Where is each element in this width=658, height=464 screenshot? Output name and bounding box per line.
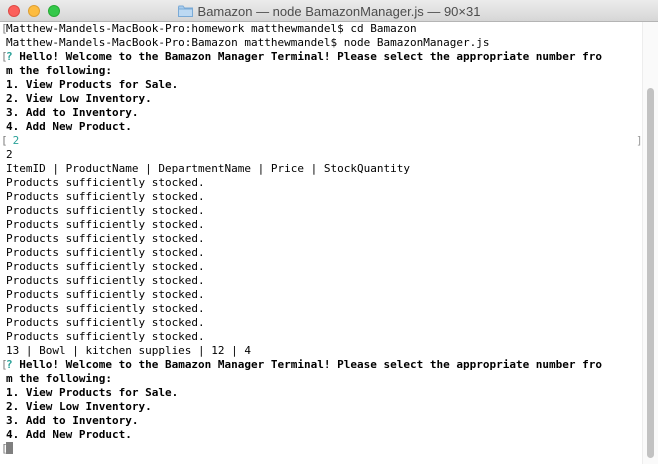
low-inventory-row: 13 | Bowl | kitchen supplies | 12 | 4 [0,344,642,358]
stock-message-text: Products sufficiently stocked. [6,260,205,273]
menu-option-label: 2. View Low Inventory. [6,92,152,105]
terminal-line: [ [0,442,642,456]
stock-message-text: Products sufficiently stocked. [6,316,205,329]
line-mark: [ [1,22,8,35]
menu-option: 1. View Products for Sale. [0,386,642,400]
stock-message: Products sufficiently stocked. [0,288,642,302]
menu-option-label: 4. Add New Product. [6,428,132,441]
stock-message-text: Products sufficiently stocked. [6,274,205,287]
line-mark: [ [1,442,8,455]
window-title-group: Bamazon — node BamazonManager.js — 90×31 [0,0,658,22]
answer-echo: 2 [6,148,13,161]
stock-message-text: Products sufficiently stocked. [6,302,205,315]
menu-option-label: 3. Add to Inventory. [6,414,139,427]
stock-message: Products sufficiently stocked. [0,260,642,274]
menu-option: 4. Add New Product. [0,120,642,134]
window-title: Bamazon — node BamazonManager.js — 90×31 [197,3,481,19]
menu-option: 1. View Products for Sale. [0,78,642,92]
stock-message-text: Products sufficiently stocked. [6,288,205,301]
stock-message: Products sufficiently stocked. [0,330,642,344]
terminal-line: Matthew-Mandels-MacBook-Pro:Bamazon matt… [0,36,642,50]
menu-option-label: 2. View Low Inventory. [6,400,152,413]
menu-option-label: 1. View Products for Sale. [6,78,179,91]
title-bar[interactable]: Bamazon — node BamazonManager.js — 90×31 [0,0,658,22]
terminal-line: m the following: [0,64,642,78]
stock-message-text: Products sufficiently stocked. [6,204,205,217]
stock-message: Products sufficiently stocked. [0,232,642,246]
terminal-window: Bamazon — node BamazonManager.js — 90×31… [0,0,658,464]
menu-option: 2. View Low Inventory. [0,92,642,106]
terminal-line: ItemID | ProductName | DepartmentName | … [0,162,642,176]
prompt-text: Hello! Welcome to the Bamazon Manager Te… [19,50,603,63]
stock-message: Products sufficiently stocked. [0,218,642,232]
stock-message-text: Products sufficiently stocked. [6,176,205,189]
terminal-output[interactable]: [Matthew-Mandels-MacBook-Pro:homework ma… [0,22,642,464]
command-cd: Matthew-Mandels-MacBook-Pro:homework mat… [6,22,417,35]
prompt-text-continued: m the following: [6,64,112,77]
stock-message: Products sufficiently stocked. [0,190,642,204]
terminal-line: m the following: [0,372,642,386]
scrollbar-track[interactable] [642,22,658,464]
command-node: Matthew-Mandels-MacBook-Pro:Bamazon matt… [6,36,490,49]
stock-message-text: Products sufficiently stocked. [6,190,205,203]
terminal-line: [? Hello! Welcome to the Bamazon Manager… [0,358,642,372]
low-inventory-text: 13 | Bowl | kitchen supplies | 12 | 4 [6,344,252,357]
prompt-text-continued: m the following: [6,372,112,385]
stock-message: Products sufficiently stocked. [0,274,642,288]
stock-message-text: Products sufficiently stocked. [6,218,205,231]
table-header: ItemID | ProductName | DepartmentName | … [6,162,410,175]
menu-option-label: 3. Add to Inventory. [6,106,139,119]
menu-option: 4. Add New Product. [0,428,642,442]
menu-option-label: 1. View Products for Sale. [6,386,179,399]
menu-option-label: 4. Add New Product. [6,120,132,133]
line-mark: [ [1,50,8,63]
terminal-line: [ 2] [0,134,642,148]
stock-message: Products sufficiently stocked. [0,204,642,218]
answer-input: 2 [12,134,20,147]
line-mark: [ [1,134,8,147]
stock-message-text: Products sufficiently stocked. [6,330,205,343]
stock-message: Products sufficiently stocked. [0,302,642,316]
line-mark: [ [1,358,8,371]
folder-icon [177,5,193,17]
stock-message-text: Products sufficiently stocked. [6,232,205,245]
stock-message-text: Products sufficiently stocked. [6,246,205,259]
terminal-line: 2 [0,148,642,162]
prompt-text: Hello! Welcome to the Bamazon Manager Te… [19,358,603,371]
scrollbar-thumb[interactable] [647,88,654,458]
stock-message: Products sufficiently stocked. [0,176,642,190]
terminal-line: [? Hello! Welcome to the Bamazon Manager… [0,50,642,64]
menu-option: 3. Add to Inventory. [0,106,642,120]
terminal-line: [Matthew-Mandels-MacBook-Pro:homework ma… [0,22,642,36]
menu-option: 3. Add to Inventory. [0,414,642,428]
stock-message: Products sufficiently stocked. [0,246,642,260]
menu-option: 2. View Low Inventory. [0,400,642,414]
stock-message: Products sufficiently stocked. [0,316,642,330]
